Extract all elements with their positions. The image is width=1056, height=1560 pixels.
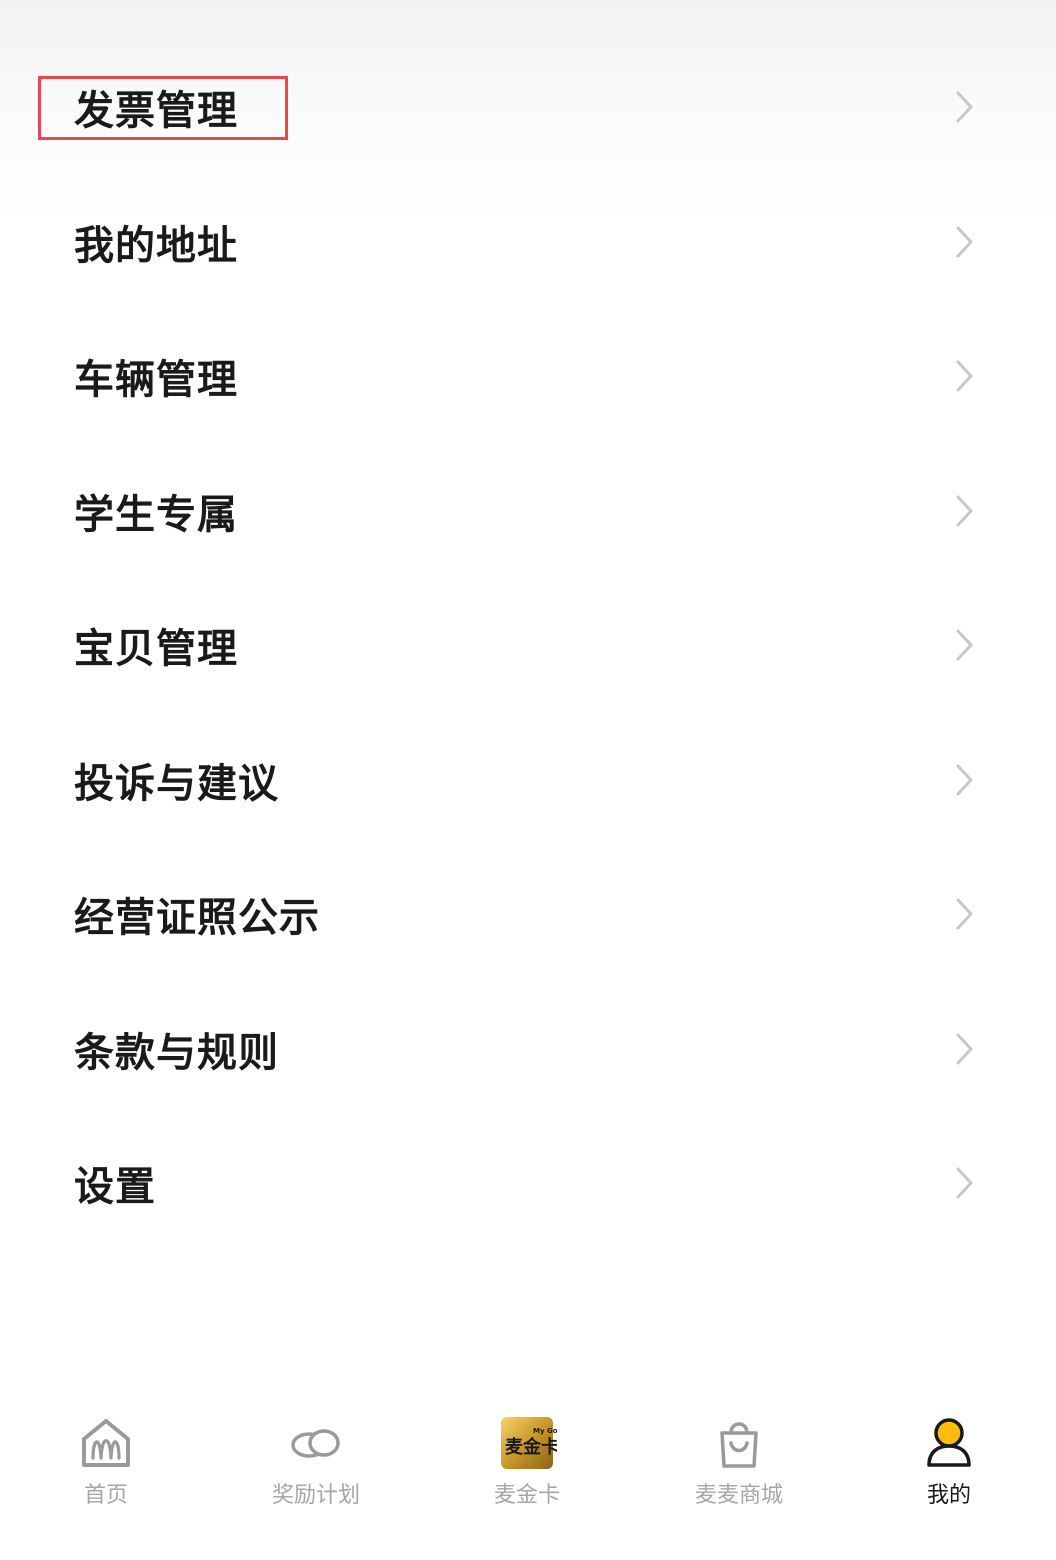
tab-label: 麦麦商城 xyxy=(694,1483,783,1508)
menu-item-feedback[interactable]: 投诉与建议 xyxy=(0,713,1056,848)
menu-item-label: 我的地址 xyxy=(74,222,238,269)
chevron-right-icon xyxy=(956,226,973,258)
menu-item-terms[interactable]: 条款与规则 xyxy=(0,982,1056,1117)
tab-label: 首页 xyxy=(83,1483,128,1508)
tab-label: 我的 xyxy=(926,1483,971,1508)
user-profile-icon xyxy=(927,1418,971,1467)
menu-item-baby[interactable]: 宝贝管理 xyxy=(0,578,1056,713)
menu-item-label: 车辆管理 xyxy=(74,357,238,404)
tab-mall[interactable]: 麦麦商城 xyxy=(659,1413,819,1523)
menu-item-address[interactable]: 我的地址 xyxy=(0,175,1056,310)
menu-item-student[interactable]: 学生专属 xyxy=(0,444,1056,579)
chevron-right-icon xyxy=(956,495,973,527)
coins-icon xyxy=(291,1429,340,1458)
chevron-right-icon xyxy=(956,1167,973,1199)
highlight-box xyxy=(38,76,288,140)
chevron-right-icon xyxy=(956,629,973,661)
tab-gold-card[interactable]: 麦金卡 My Gold 麦金卡 xyxy=(447,1413,607,1523)
chevron-right-icon xyxy=(956,91,973,123)
gold-card-icon-text: 麦金卡 xyxy=(505,1436,557,1458)
settings-page: 发票管理 我的地址 车辆管理 学生专属 宝贝管理 投诉与建议 经营证照公示 条款… xyxy=(0,0,1056,1560)
shopping-bag-icon xyxy=(720,1422,758,1468)
tab-home[interactable]: 首页 xyxy=(26,1413,186,1523)
menu-item-label: 设置 xyxy=(74,1164,156,1211)
chevron-right-icon xyxy=(956,898,973,930)
mcdonalds-home-icon xyxy=(82,1419,130,1467)
menu-item-settings[interactable]: 设置 xyxy=(0,1116,1056,1251)
tab-mine[interactable]: 我的 xyxy=(869,1413,1029,1523)
menu-item-label: 条款与规则 xyxy=(74,1029,279,1076)
menu-list: 发票管理 我的地址 车辆管理 学生专属 宝贝管理 投诉与建议 经营证照公示 条款… xyxy=(0,40,1056,1251)
chevron-right-icon xyxy=(956,360,973,392)
gold-card-icon-subtext: My Gold xyxy=(533,1427,557,1435)
menu-item-label: 经营证照公示 xyxy=(74,895,320,942)
menu-item-label: 投诉与建议 xyxy=(74,760,279,807)
tab-rewards[interactable]: 奖励计划 xyxy=(236,1413,396,1523)
menu-item-label: 学生专属 xyxy=(74,491,238,538)
bottom-tab-bar: 首页 奖励计划 麦金卡 My Gold xyxy=(0,1395,1056,1560)
chevron-right-icon xyxy=(956,764,973,796)
menu-item-vehicle[interactable]: 车辆管理 xyxy=(0,309,1056,444)
tab-label: 麦金卡 xyxy=(493,1483,560,1508)
menu-item-label: 宝贝管理 xyxy=(74,626,238,673)
my-gold-card-icon: 麦金卡 My Gold xyxy=(501,1417,557,1469)
menu-item-license[interactable]: 经营证照公示 xyxy=(0,847,1056,982)
chevron-right-icon xyxy=(956,1033,973,1065)
tab-label: 奖励计划 xyxy=(271,1483,360,1508)
